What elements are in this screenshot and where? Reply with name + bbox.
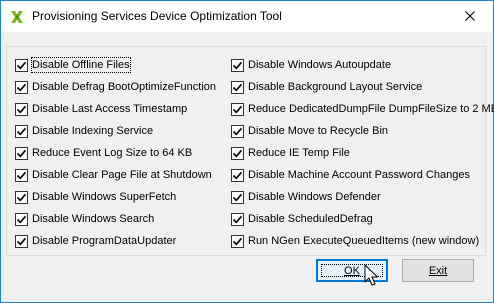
- close-icon: [465, 8, 475, 26]
- option-label: Reduce IE Temp File: [248, 147, 350, 159]
- checkmark-icon: [232, 215, 243, 223]
- option-label: Disable Windows SuperFetch: [32, 191, 177, 203]
- option-label: Disable Windows Autoupdate: [248, 59, 392, 71]
- checkbox-box[interactable]: [231, 146, 244, 160]
- checkbox-box[interactable]: [231, 212, 244, 226]
- option-label: Disable Defrag BootOptimizeFunction: [32, 81, 217, 93]
- checkmark-icon: [16, 83, 27, 91]
- checkmark-icon: [16, 61, 27, 69]
- option-checkbox[interactable]: Disable Last Access Timestamp: [15, 100, 187, 118]
- option-checkbox[interactable]: Disable Windows Defender: [231, 188, 381, 206]
- option-label: Disable Last Access Timestamp: [32, 103, 188, 115]
- option-checkbox[interactable]: Disable Indexing Service: [15, 122, 153, 140]
- checkbox-box[interactable]: [231, 168, 244, 182]
- checkmark-icon: [16, 215, 27, 223]
- option-checkbox[interactable]: Reduce IE Temp File: [231, 144, 350, 162]
- exit-button[interactable]: Exit: [402, 259, 474, 282]
- option-label: Disable Move to Recycle Bin: [248, 125, 389, 137]
- option-label: Disable Background Layout Service: [248, 81, 423, 93]
- title-bar[interactable]: Provisioning Services Device Optimizatio…: [1, 1, 493, 32]
- option-label: Disable Clear Page File at Shutdown: [32, 169, 212, 181]
- checkbox-box[interactable]: [15, 124, 28, 138]
- exit-button-label: Exit: [428, 264, 448, 277]
- checkmark-icon: [232, 171, 243, 179]
- checkmark-icon: [232, 237, 243, 245]
- checkbox-box[interactable]: [15, 58, 28, 72]
- option-checkbox[interactable]: Disable Windows Search: [15, 210, 154, 228]
- option-checkbox[interactable]: Run NGen ExecuteQueuedItems (new window): [231, 232, 479, 250]
- checkbox-box[interactable]: [15, 234, 28, 248]
- option-checkbox[interactable]: Disable Windows SuperFetch: [15, 188, 176, 206]
- checkbox-box[interactable]: [231, 124, 244, 138]
- dialog-window: Provisioning Services Device Optimizatio…: [0, 0, 494, 303]
- option-label: Disable ScheduledDefrag: [248, 213, 373, 225]
- checkbox-box[interactable]: [15, 168, 28, 182]
- checkbox-box[interactable]: [231, 190, 244, 204]
- option-label: Run NGen ExecuteQueuedItems (new window): [248, 235, 480, 247]
- checkbox-box[interactable]: [231, 80, 244, 94]
- option-label: Disable Windows Search: [32, 213, 155, 225]
- checkmark-icon: [232, 193, 243, 201]
- checkmark-icon: [16, 171, 27, 179]
- close-button[interactable]: [447, 1, 493, 32]
- checkmark-icon: [16, 237, 27, 245]
- mouse-pointer-icon: [364, 264, 380, 288]
- checkbox-box[interactable]: [231, 102, 244, 116]
- option-checkbox[interactable]: Disable Windows Autoupdate: [231, 56, 391, 74]
- checkmark-icon: [16, 193, 27, 201]
- option-label: Disable ProgramDataUpdater: [32, 235, 177, 247]
- checkmark-icon: [16, 105, 27, 113]
- citrix-x-icon: [9, 9, 25, 25]
- option-label: Reduce Event Log Size to 64 KB: [32, 147, 193, 159]
- option-label: Disable Windows Defender: [248, 191, 381, 203]
- checkmark-icon: [232, 61, 243, 69]
- checkbox-box[interactable]: [231, 234, 244, 248]
- checkmark-icon: [16, 149, 27, 157]
- checkbox-box[interactable]: [15, 190, 28, 204]
- checkbox-box[interactable]: [231, 58, 244, 72]
- checkmark-icon: [16, 127, 27, 135]
- window-title: Provisioning Services Device Optimizatio…: [32, 9, 282, 23]
- option-checkbox[interactable]: Disable ProgramDataUpdater: [15, 232, 176, 250]
- checkbox-box[interactable]: [15, 212, 28, 226]
- checkbox-box[interactable]: [15, 102, 28, 116]
- option-label: Disable Offline Files: [31, 57, 131, 73]
- option-checkbox[interactable]: Disable Background Layout Service: [231, 78, 422, 96]
- checkmark-icon: [232, 149, 243, 157]
- option-checkbox[interactable]: Reduce Event Log Size to 64 KB: [15, 144, 192, 162]
- option-label: Reduce DedicatedDumpFile DumpFileSize to…: [248, 103, 494, 115]
- option-label: Disable Indexing Service: [32, 125, 154, 137]
- option-checkbox[interactable]: Disable Machine Account Password Changes: [231, 166, 470, 184]
- option-label: Disable Machine Account Password Changes: [248, 169, 470, 181]
- checkbox-box[interactable]: [15, 80, 28, 94]
- option-checkbox[interactable]: Disable ScheduledDefrag: [231, 210, 373, 228]
- option-checkbox[interactable]: Reduce DedicatedDumpFile DumpFileSize to…: [231, 100, 494, 118]
- option-checkbox[interactable]: Disable Clear Page File at Shutdown: [15, 166, 212, 184]
- checkmark-icon: [232, 83, 243, 91]
- option-checkbox[interactable]: Disable Offline Files: [15, 56, 131, 74]
- option-checkbox[interactable]: Disable Defrag BootOptimizeFunction: [15, 78, 216, 96]
- option-checkbox[interactable]: Disable Move to Recycle Bin: [231, 122, 388, 140]
- dialog-body: OK Exit Disable Offline Files Disable Def…: [1, 32, 494, 302]
- checkbox-box[interactable]: [15, 146, 28, 160]
- checkmark-icon: [232, 127, 243, 135]
- checkmark-icon: [232, 105, 243, 113]
